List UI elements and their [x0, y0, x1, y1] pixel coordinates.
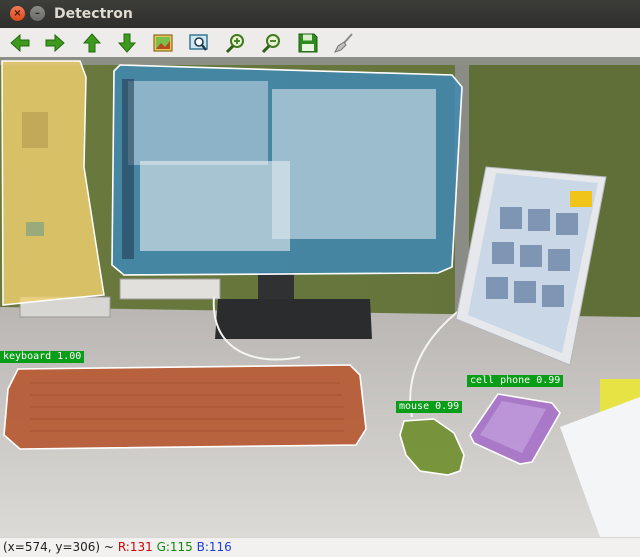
left-monitor-content	[22, 112, 48, 148]
floppy-disk-icon	[298, 33, 318, 52]
arrow-right-icon	[45, 33, 65, 52]
image-canvas[interactable]: keyboard 1.00 cell phone 0.99 mouse 0.99	[0, 57, 640, 537]
clear-button[interactable]	[331, 30, 357, 55]
pixel-blue-value: B:116	[196, 540, 232, 554]
zoom-in-icon	[225, 33, 244, 53]
cursor-coordinates: (x=574, y=306) ~	[3, 540, 114, 554]
broom-icon	[334, 32, 353, 53]
screen-window	[272, 89, 436, 239]
power-strip	[119, 278, 221, 300]
screen-window	[128, 81, 268, 165]
cursor-readout: (x=574, y=306) ~ R:131 G:115 B:116	[3, 538, 232, 557]
screen-taskbar	[122, 79, 134, 259]
zoom-rect-button[interactable]	[186, 30, 212, 55]
partition-frame	[0, 57, 640, 65]
save-button[interactable]	[295, 30, 321, 55]
image-icon	[153, 33, 173, 52]
forward-button[interactable]	[42, 30, 68, 55]
pixel-red-value: R:131	[117, 540, 153, 554]
arrow-left-icon	[10, 33, 30, 52]
status-bar: (x=574, y=306) ~ R:131 G:115 B:116	[0, 537, 640, 557]
monitor-base	[215, 299, 372, 339]
detection-label-mouse: mouse 0.99	[396, 401, 463, 413]
up-button[interactable]	[79, 30, 105, 55]
zoom-in-button[interactable]	[223, 30, 249, 55]
detection-label-cell-phone: cell phone 0.99	[467, 375, 564, 387]
pixel-green-value: G:115	[156, 540, 193, 554]
back-button[interactable]	[7, 30, 33, 55]
detection-scene	[0, 57, 640, 537]
subplots-button[interactable]	[150, 30, 176, 55]
close-icon: ×	[13, 7, 22, 19]
close-window-button[interactable]: ×	[10, 6, 25, 21]
left-monitor-content	[26, 222, 44, 236]
title-bar: × – Detectron	[0, 0, 640, 28]
toolbar	[0, 28, 640, 58]
zoom-rect-icon	[189, 33, 208, 51]
zoom-out-button[interactable]	[259, 30, 285, 55]
minimize-icon: –	[35, 7, 40, 19]
arrow-down-icon	[117, 33, 137, 53]
window-title: Detectron	[54, 6, 133, 22]
screen-window	[140, 161, 290, 251]
down-button[interactable]	[114, 30, 140, 55]
brochure-tag	[570, 191, 592, 207]
detection-label-keyboard: keyboard 1.00	[0, 351, 85, 363]
arrow-up-icon	[82, 32, 102, 52]
zoom-out-icon	[261, 33, 280, 53]
minimize-window-button[interactable]: –	[30, 6, 45, 21]
